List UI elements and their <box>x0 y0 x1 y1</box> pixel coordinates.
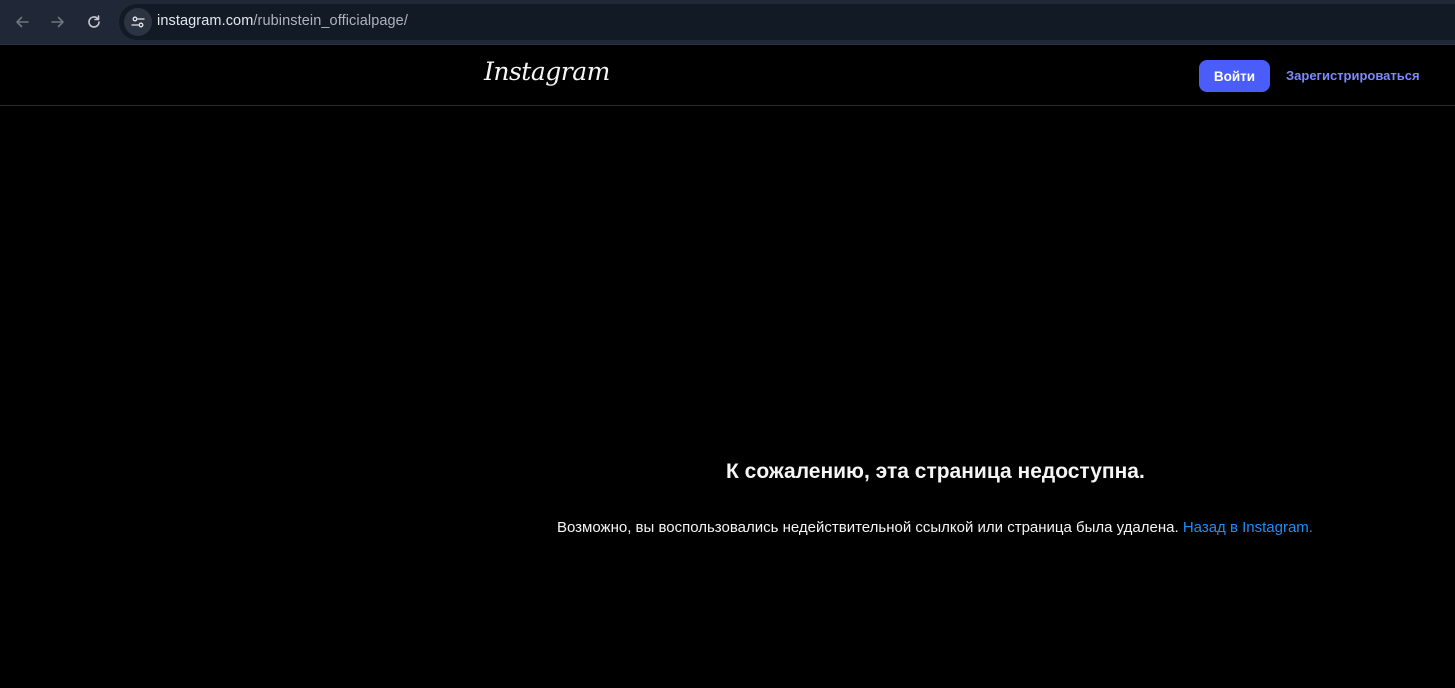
reload-button[interactable] <box>80 8 108 36</box>
signup-link[interactable]: Зарегистрироваться <box>1286 68 1420 83</box>
error-description: Возможно, вы воспользовались недействите… <box>557 519 1313 536</box>
url-host: instagram.com <box>157 13 254 29</box>
arrow-left-icon <box>16 16 29 28</box>
site-info-button[interactable] <box>124 8 152 36</box>
instagram-header: Instagram Войти Зарегистрироваться <box>0 45 1455 106</box>
url-text[interactable]: instagram.com/rubinstein_officialpage/ <box>157 13 408 29</box>
back-to-instagram-link[interactable]: Назад в Instagram. <box>1183 519 1313 536</box>
login-button[interactable]: Войти <box>1199 60 1270 92</box>
tune-icon <box>131 16 145 28</box>
instagram-logo[interactable]: Instagram <box>484 57 610 86</box>
reload-icon <box>88 15 100 28</box>
url-path: /rubinstein_officialpage/ <box>253 13 408 29</box>
back-button[interactable] <box>8 8 36 36</box>
error-description-text: Возможно, вы воспользовались недействите… <box>557 519 1179 536</box>
arrow-right-icon <box>51 16 64 28</box>
address-bar[interactable]: instagram.com/rubinstein_officialpage/ <box>119 4 1455 40</box>
browser-toolbar: instagram.com/rubinstein_officialpage/ <box>0 0 1455 45</box>
error-title: К сожалению, эта страница недоступна. <box>726 460 1145 483</box>
forward-button[interactable] <box>44 8 72 36</box>
